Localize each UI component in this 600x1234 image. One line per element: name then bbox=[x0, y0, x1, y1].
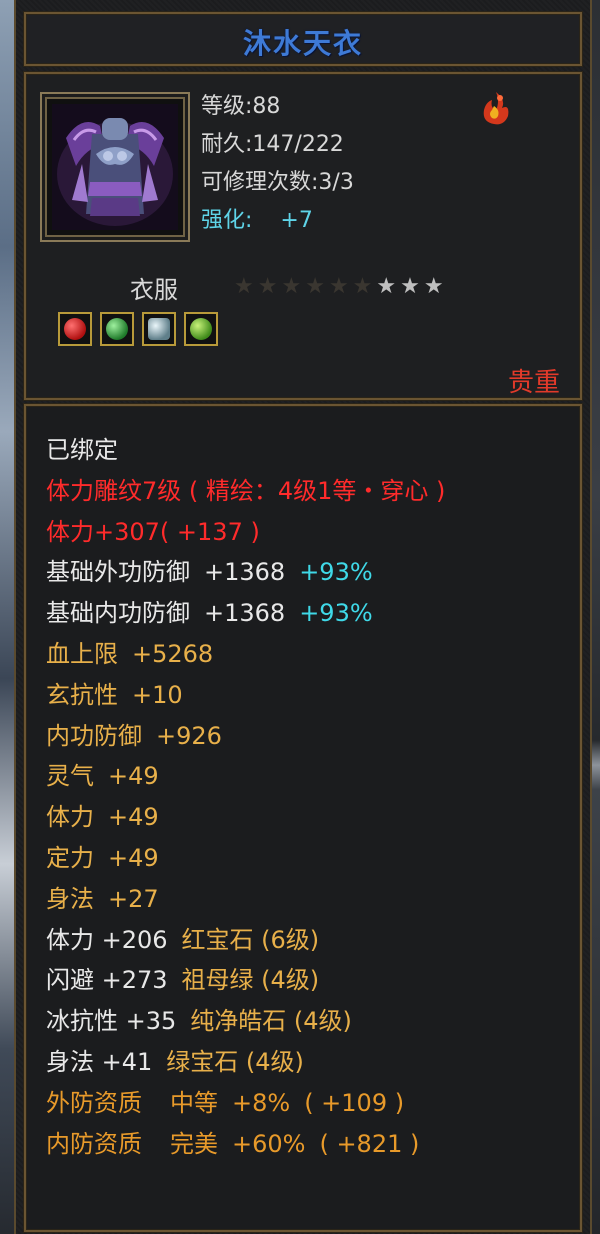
gem-bonus-line: 身法 +41 绿宝石 (4级) bbox=[46, 1042, 445, 1083]
star-rating: ★★★★★★★★★ bbox=[234, 274, 448, 299]
star-icon: ★ bbox=[234, 274, 258, 299]
stat-label: 灵气 bbox=[46, 762, 94, 791]
stamina-main-value: 体力+307 bbox=[46, 517, 160, 546]
stat-label: 身法 bbox=[46, 884, 94, 913]
stat-label: 定力 bbox=[46, 843, 94, 872]
inner-defense2-line: 内功防御 +926 bbox=[46, 716, 445, 757]
gem-slot[interactable] bbox=[142, 312, 176, 346]
item-tooltip: 沐水天衣 等级:88 耐久:147/222 可修理次数:3/3 强化: +7 衣… bbox=[14, 0, 592, 1234]
star-icon: ★ bbox=[328, 274, 353, 299]
star-icon: ★ bbox=[305, 274, 329, 299]
gem-name: 红宝石 (6级) bbox=[181, 925, 320, 954]
gem-slot[interactable] bbox=[184, 312, 218, 346]
hp-line: 血上限 +5268 bbox=[46, 634, 445, 675]
item-header: 等级:88 耐久:147/222 可修理次数:3/3 强化: +7 衣服 ★★★… bbox=[24, 72, 582, 400]
gem-bonus-line: 闪避 +273 祖母绿 (4级) bbox=[46, 960, 445, 1001]
quality-bonus: ( +821 ) bbox=[319, 1129, 420, 1158]
stat-value: +49 bbox=[108, 803, 159, 832]
star-icon: ★ bbox=[376, 274, 401, 299]
gem-stat: 闪避 +273 bbox=[46, 966, 168, 995]
quality-bonus: ( +109 ) bbox=[304, 1088, 405, 1117]
flame-badge-icon bbox=[483, 92, 509, 125]
item-repairs: 可修理次数:3/3 bbox=[201, 170, 354, 195]
item-rarity: 贵重 bbox=[507, 368, 560, 398]
shenfa-line: 身法 +27 bbox=[46, 879, 445, 920]
inner-defense-line: 基础内功防御 +1368 +93% bbox=[46, 593, 445, 634]
gem-bonus-line: 体力 +206 红宝石 (6级) bbox=[46, 920, 445, 961]
title-bar: 沐水天衣 bbox=[24, 12, 582, 66]
gem-name: 绿宝石 (4级) bbox=[166, 1047, 304, 1076]
gem-name: 纯净皓石 (4级) bbox=[190, 1007, 352, 1036]
stat-label: 玄抗性 bbox=[46, 680, 118, 709]
quality-percent: +60% bbox=[232, 1129, 306, 1158]
gem-slots bbox=[58, 312, 218, 346]
gem-stat: 冰抗性 +35 bbox=[46, 1007, 177, 1036]
enhance-value: +7 bbox=[280, 208, 313, 233]
quality-label: 内防资质 bbox=[46, 1129, 142, 1158]
stat-value: +1368 bbox=[204, 599, 286, 628]
star-icon: ★ bbox=[352, 274, 377, 299]
quality-percent: +8% bbox=[232, 1088, 291, 1117]
outer-quality-line: 外防资质 中等 +8% ( +109 ) bbox=[46, 1083, 445, 1124]
item-basic-stats: 等级:88 耐久:147/222 可修理次数:3/3 强化: +7 bbox=[201, 88, 354, 240]
stat-value: +5268 bbox=[132, 639, 214, 668]
stat-label: 内功防御 bbox=[46, 721, 142, 750]
tili-line: 体力 +49 bbox=[46, 797, 445, 838]
item-type: 衣服 bbox=[130, 276, 178, 304]
gem-slot[interactable] bbox=[100, 312, 134, 346]
item-durability: 耐久:147/222 bbox=[201, 132, 344, 157]
bound-status: 已绑定 bbox=[46, 436, 118, 464]
quality-label: 外防资质 bbox=[46, 1088, 142, 1117]
stat-label: 基础内功防御 bbox=[46, 599, 190, 628]
stat-percent: +93% bbox=[299, 599, 373, 628]
outer-defense-line: 基础外功防御 +1368 +93% bbox=[46, 552, 445, 593]
armor-icon bbox=[52, 104, 178, 230]
item-icon-slot[interactable] bbox=[40, 92, 190, 242]
stat-value: +926 bbox=[156, 721, 222, 750]
stat-label: 体力 bbox=[46, 803, 94, 832]
stat-percent: +93% bbox=[299, 558, 373, 587]
green-gem-icon bbox=[106, 318, 128, 340]
stat-label: 血上限 bbox=[46, 639, 118, 668]
enhance-label: 强化: bbox=[201, 208, 253, 233]
item-attributes: 已绑定 体力雕纹7级 ( 精绘：4级1等・穿心 ) 体力+307( +137 )… bbox=[24, 404, 582, 1232]
item-name: 沐水天衣 bbox=[242, 27, 363, 60]
quality-grade: 中等 bbox=[170, 1088, 218, 1117]
gem-stat: 体力 +206 bbox=[46, 925, 168, 954]
stat-value: +1368 bbox=[204, 558, 286, 587]
star-icon: ★ bbox=[423, 274, 448, 299]
gem-bonus-line: 冰抗性 +35 纯净皓石 (4级) bbox=[46, 1001, 445, 1042]
lingqi-line: 灵气 +49 bbox=[46, 756, 445, 797]
gem-slot[interactable] bbox=[58, 312, 92, 346]
stat-label: 基础外功防御 bbox=[46, 558, 190, 587]
stat-value: +10 bbox=[132, 680, 183, 709]
engrave-line: 体力雕纹7级 ( 精绘：4级1等・穿心 ) bbox=[46, 476, 446, 505]
stat-value: +27 bbox=[108, 884, 159, 913]
red-gem-icon bbox=[64, 318, 86, 340]
quality-grade: 完美 bbox=[170, 1129, 218, 1158]
dingli-line: 定力 +49 bbox=[46, 838, 445, 879]
item-enhancement: 强化: +7 bbox=[201, 202, 354, 240]
gem-name: 祖母绿 (4级) bbox=[181, 966, 320, 995]
white-gem-icon bbox=[148, 318, 170, 340]
star-icon: ★ bbox=[281, 274, 306, 299]
star-icon: ★ bbox=[400, 274, 424, 299]
gem-stat: 身法 +41 bbox=[46, 1047, 153, 1076]
xuan-resist-line: 玄抗性 +10 bbox=[46, 675, 445, 716]
star-icon: ★ bbox=[257, 274, 282, 299]
item-level: 等级:88 bbox=[201, 94, 281, 119]
stat-value: +49 bbox=[108, 843, 159, 872]
inner-quality-line: 内防资质 完美 +60% ( +821 ) bbox=[46, 1124, 445, 1165]
green-gem-icon bbox=[190, 318, 212, 340]
stamina-main-line: 体力+307( +137 ) bbox=[46, 512, 445, 553]
stamina-main-bonus: ( +137 ) bbox=[159, 517, 260, 546]
stat-value: +49 bbox=[108, 762, 159, 791]
